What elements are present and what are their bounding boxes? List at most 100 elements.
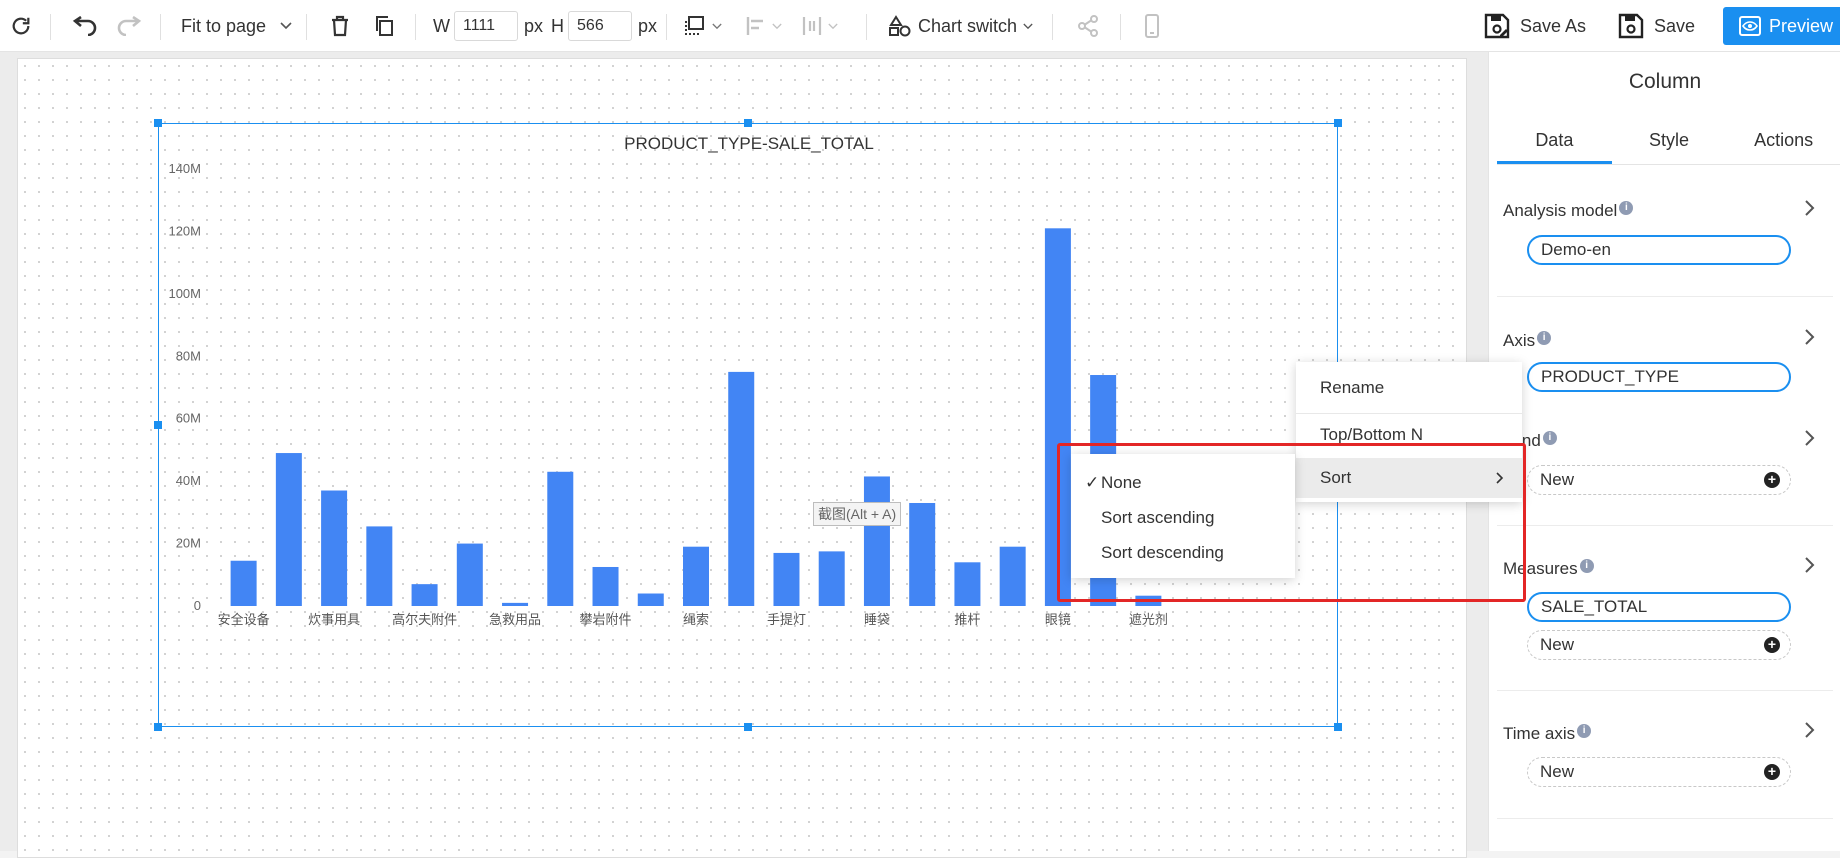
resize-handle[interactable] — [154, 723, 162, 731]
toolbar: Fit to page W 1111 px H 566 px Chart swi… — [0, 0, 1840, 52]
chart-switch-label: Chart switch — [918, 15, 1018, 36]
resize-handle[interactable] — [154, 119, 162, 127]
tab-data[interactable]: Data — [1497, 122, 1612, 164]
y-tick-label: 40M — [176, 473, 201, 488]
save-as-button[interactable]: Save As — [1484, 0, 1586, 52]
chevron-down-icon — [828, 23, 838, 29]
chart-widget[interactable]: PRODUCT_TYPE-SALE_TOTAL 0 20M 40M 60M 80M 100… — [158, 123, 1338, 727]
y-tick-label: 20M — [176, 536, 201, 551]
measures-new-button[interactable]: New + — [1527, 630, 1791, 660]
bar[interactable] — [547, 471, 574, 606]
copy-icon[interactable] — [372, 0, 396, 52]
chevron-right-icon[interactable] — [1799, 327, 1819, 347]
chevron-right-icon[interactable] — [1799, 198, 1819, 218]
axis-field[interactable]: PRODUCT_TYPE — [1527, 362, 1791, 392]
save-label: Save — [1654, 15, 1696, 36]
resize-handle[interactable] — [1334, 119, 1342, 127]
height-input[interactable]: 566 — [568, 11, 633, 41]
layer-icon — [685, 16, 704, 35]
bar[interactable] — [863, 476, 890, 606]
chevron-down-icon — [712, 23, 722, 29]
panel-tabs: Data Style Actions — [1497, 122, 1840, 165]
y-tick-label: 60M — [176, 411, 201, 426]
time-axis-new-label: New — [1540, 762, 1575, 781]
bar[interactable] — [683, 546, 709, 606]
resize-handle[interactable] — [744, 723, 752, 731]
chevron-right-icon[interactable] — [1799, 428, 1819, 448]
preview-label: Preview — [1769, 15, 1834, 36]
screenshot-tooltip: 截图(Alt + A) — [813, 502, 902, 526]
x-tick-label: 炊事用具 — [308, 613, 360, 628]
chevron-down-icon — [280, 22, 292, 30]
time-axis-new-button[interactable]: New + — [1527, 757, 1791, 787]
bar[interactable] — [637, 593, 664, 606]
eye-icon — [1739, 16, 1761, 36]
legend-new-label: New — [1540, 470, 1575, 489]
tab-style[interactable]: Style — [1612, 122, 1727, 164]
save-as-icon — [1484, 13, 1510, 39]
undo-icon[interactable] — [70, 0, 100, 52]
bar[interactable] — [275, 453, 302, 606]
chevron-down-icon — [772, 23, 782, 29]
distribute-select[interactable] — [802, 0, 838, 52]
bar[interactable] — [773, 552, 800, 606]
layer-select[interactable] — [684, 0, 722, 52]
x-tick-label: 安全设备 — [218, 612, 270, 628]
measures-field[interactable]: SALE_TOTAL — [1527, 592, 1791, 622]
plus-icon: + — [1764, 764, 1780, 780]
bar[interactable] — [909, 502, 936, 606]
preview-button[interactable]: Preview — [1723, 7, 1840, 45]
x-tick-label: 睡袋 — [864, 613, 890, 628]
x-tick-label: 遮光剂 — [1129, 612, 1168, 628]
tab-actions[interactable]: Actions — [1726, 122, 1840, 164]
bar[interactable] — [728, 371, 755, 606]
legend-new-button[interactable]: New + — [1527, 465, 1791, 495]
y-tick-label: 100M — [168, 286, 201, 301]
save-as-label: Save As — [1520, 15, 1587, 36]
bar[interactable] — [366, 526, 393, 606]
width-unit: px — [524, 15, 544, 36]
resize-handle[interactable] — [1334, 723, 1342, 731]
axis-label: Axis — [1503, 331, 1536, 350]
plus-icon: + — [1764, 472, 1780, 488]
bar[interactable] — [999, 546, 1026, 606]
bar[interactable] — [321, 490, 348, 606]
mobile-icon[interactable] — [1140, 0, 1164, 52]
x-tick-label: 急救用品 — [489, 612, 541, 628]
resize-handle[interactable] — [744, 119, 752, 127]
bar[interactable] — [456, 543, 483, 606]
measures-new-label: New — [1540, 635, 1575, 654]
bar[interactable] — [411, 584, 438, 606]
bar[interactable] — [592, 566, 619, 606]
distribute-icon — [802, 17, 822, 35]
chart-title: PRODUCT_TYPE-SALE_TOTAL — [624, 134, 874, 153]
share-icon[interactable] — [1076, 0, 1100, 52]
chevron-right-icon[interactable] — [1799, 720, 1819, 740]
info-icon: i — [1619, 201, 1634, 215]
resize-handle[interactable] — [154, 421, 162, 429]
redo-icon[interactable] — [114, 0, 144, 52]
x-axis: 安全设备 炊事用具 高尔夫附件 急救用品 攀岩附件 绳索 手提灯 睡袋 推杆 眼镜 遮光剂 — [218, 612, 1168, 628]
chart-switch-button[interactable]: Chart switch — [888, 0, 1033, 52]
bar[interactable] — [818, 551, 845, 606]
refresh-icon[interactable] — [8, 0, 34, 52]
zoom-select[interactable]: Fit to page — [181, 0, 292, 52]
bar[interactable] — [954, 562, 981, 606]
chevron-down-icon — [1023, 23, 1033, 29]
bar-chart: PRODUCT_TYPE-SALE_TOTAL 0 20M 40M 60M 80M 100… — [168, 134, 1168, 628]
analysis-model-field[interactable]: Demo-en — [1527, 235, 1791, 265]
width-label: W — [433, 15, 450, 36]
menu-item-rename[interactable]: Rename — [1296, 362, 1522, 414]
info-icon: i — [1537, 331, 1552, 345]
bar[interactable] — [230, 560, 257, 606]
info-icon: i — [1542, 431, 1557, 445]
align-select[interactable] — [746, 0, 782, 52]
y-tick-label: 80M — [176, 348, 201, 363]
bar[interactable] — [502, 602, 529, 606]
time-axis-section: Time axis i — [1503, 724, 1592, 744]
width-input[interactable]: 1111 — [454, 11, 518, 41]
axis-section: Axis i — [1503, 331, 1552, 351]
chevron-right-icon[interactable] — [1799, 555, 1819, 575]
trash-icon[interactable] — [328, 0, 352, 52]
save-button[interactable]: Save — [1618, 0, 1695, 52]
